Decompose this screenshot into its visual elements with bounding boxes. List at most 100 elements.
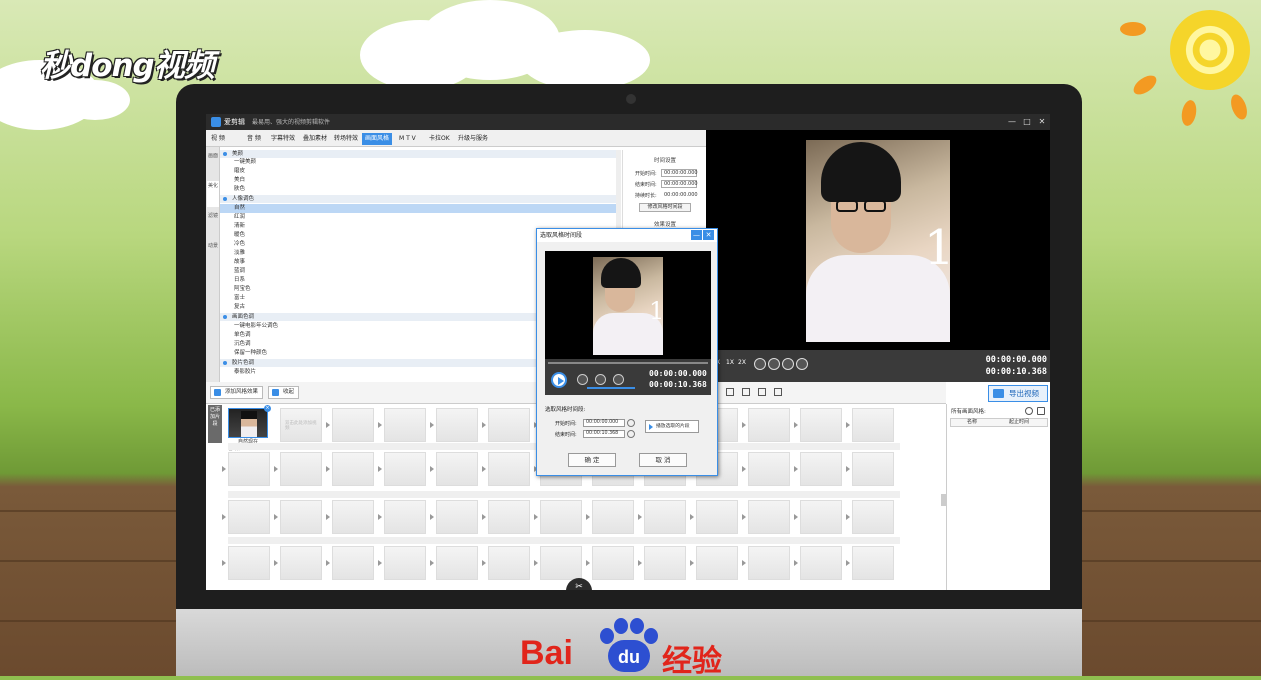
- list-item[interactable]: 红润: [234, 213, 614, 222]
- dialog-minimize-button[interactable]: —: [691, 230, 702, 240]
- empty-clip-slot[interactable]: [748, 500, 790, 534]
- empty-clip-slot[interactable]: [592, 546, 634, 580]
- save-icon[interactable]: [742, 388, 750, 396]
- empty-clip-slot[interactable]: [228, 546, 270, 580]
- category-beauty[interactable]: 美颜: [220, 150, 616, 158]
- tab-audio[interactable]: 音 频: [244, 133, 264, 145]
- add-style-button[interactable]: 添加风格效果: [210, 386, 264, 399]
- list-item-selected[interactable]: 自然: [220, 204, 616, 213]
- minimize-button[interactable]: —: [1006, 116, 1018, 128]
- empty-clip-slot[interactable]: [436, 452, 478, 486]
- dialog-play-button[interactable]: [551, 372, 567, 388]
- empty-clip-slot[interactable]: [436, 500, 478, 534]
- stop-button[interactable]: [768, 358, 780, 370]
- list-item[interactable]: 美白: [234, 176, 614, 185]
- add-icon[interactable]: [1025, 407, 1033, 415]
- collapse-button[interactable]: 收起: [268, 386, 300, 399]
- empty-clip-slot[interactable]: [332, 408, 374, 442]
- empty-clip-slot[interactable]: [488, 546, 530, 580]
- category-portrait-tone[interactable]: 人像调色: [220, 195, 616, 203]
- play-button[interactable]: [754, 358, 766, 370]
- empty-clip-slot[interactable]: [280, 452, 322, 486]
- empty-clip-slot[interactable]: [800, 546, 842, 580]
- empty-clip-slot[interactable]: [488, 452, 530, 486]
- empty-clip-slot[interactable]: [800, 500, 842, 534]
- side-tab-beautify[interactable]: 美化: [207, 181, 219, 207]
- empty-clip-slot[interactable]: [852, 452, 894, 486]
- tab-upgrade[interactable]: 升级与服务: [455, 133, 491, 145]
- empty-clip-slot[interactable]: [436, 546, 478, 580]
- end-pick-icon[interactable]: [627, 430, 635, 438]
- tab-video[interactable]: 视 频: [208, 133, 228, 145]
- empty-clip-slot[interactable]: [644, 500, 686, 534]
- share-icon[interactable]: [774, 388, 782, 396]
- empty-clip-slot[interactable]: [488, 500, 530, 534]
- list-item[interactable]: 磨皮: [234, 167, 614, 176]
- empty-clip-slot[interactable]: [696, 500, 738, 534]
- tab-transition[interactable]: 转场特效: [331, 133, 361, 145]
- speed-2x[interactable]: 2X: [738, 359, 746, 366]
- dialog-start-field[interactable]: 00:00:00.000: [583, 419, 625, 427]
- empty-clip-slot[interactable]: [436, 408, 478, 442]
- tab-overlay[interactable]: 叠加素材: [300, 133, 330, 145]
- empty-clip-slot[interactable]: [384, 546, 426, 580]
- end-time-field[interactable]: 00:00:00.000: [661, 180, 698, 188]
- empty-clip-slot[interactable]: [384, 452, 426, 486]
- tab-picture-style[interactable]: 画面风格: [362, 133, 393, 145]
- play-selected-button[interactable]: 播放选取的片段: [645, 420, 699, 433]
- remove-clip-icon[interactable]: ×: [264, 405, 271, 412]
- empty-clip-slot[interactable]: [696, 546, 738, 580]
- dialog-end-field[interactable]: 00:00:10.368: [583, 430, 625, 438]
- open-folder-icon[interactable]: [726, 388, 734, 396]
- empty-clip-slot[interactable]: [228, 452, 270, 486]
- dialog-prev-button[interactable]: [595, 374, 606, 385]
- side-tab-filter[interactable]: 滤镜: [207, 211, 219, 237]
- empty-clip-slot[interactable]: [384, 408, 426, 442]
- maximize-button[interactable]: □: [1021, 116, 1033, 128]
- dialog-cancel-button[interactable]: 取 消: [639, 453, 687, 467]
- list-item[interactable]: 肤色: [234, 185, 614, 194]
- prev-frame-button[interactable]: [782, 358, 794, 370]
- empty-clip-slot[interactable]: [540, 546, 582, 580]
- save-as-icon[interactable]: [758, 388, 766, 396]
- side-tab-picture[interactable]: 画面: [207, 151, 219, 177]
- speed-1x[interactable]: 1X: [726, 359, 734, 366]
- empty-clip-slot[interactable]: [800, 408, 842, 442]
- empty-clip-slot[interactable]: [852, 500, 894, 534]
- empty-clip-slot[interactable]: [332, 500, 374, 534]
- empty-clip-slot[interactable]: [228, 500, 270, 534]
- dialog-close-button[interactable]: ✕: [703, 230, 714, 240]
- empty-clip-slot[interactable]: [748, 408, 790, 442]
- modify-time-button[interactable]: 修改风格时间段: [639, 203, 691, 212]
- empty-clip-slot[interactable]: [280, 546, 322, 580]
- panel-collapse-arrow[interactable]: [941, 494, 946, 506]
- empty-clip-slot[interactable]: [488, 408, 530, 442]
- empty-clip-slot[interactable]: [384, 500, 426, 534]
- empty-clip-slot[interactable]: [644, 546, 686, 580]
- empty-clip-slot[interactable]: [332, 546, 374, 580]
- start-pick-icon[interactable]: [627, 419, 635, 427]
- side-tab-dynamic[interactable]: 动景: [207, 241, 219, 267]
- export-video-button[interactable]: 导出视频: [988, 385, 1048, 402]
- tab-mtv[interactable]: M T V: [396, 133, 419, 145]
- add-clip-slot[interactable]: 双击此处添加视频: [280, 408, 322, 442]
- empty-clip-slot[interactable]: [852, 546, 894, 580]
- empty-clip-slot[interactable]: [592, 500, 634, 534]
- list-item[interactable]: 一键美颜: [234, 158, 614, 167]
- empty-clip-slot[interactable]: [332, 452, 374, 486]
- empty-clip-slot[interactable]: [540, 500, 582, 534]
- empty-clip-slot[interactable]: [748, 546, 790, 580]
- empty-clip-slot[interactable]: [280, 500, 322, 534]
- next-frame-button[interactable]: [796, 358, 808, 370]
- empty-clip-slot[interactable]: [748, 452, 790, 486]
- empty-clip-slot[interactable]: [800, 452, 842, 486]
- close-button[interactable]: ✕: [1036, 116, 1048, 128]
- tab-karaoke[interactable]: 卡拉OK: [426, 133, 453, 145]
- delete-icon[interactable]: [1037, 407, 1045, 415]
- clip-thumbnail[interactable]: [228, 408, 268, 438]
- dialog-volume-slider[interactable]: [587, 387, 635, 389]
- dialog-stop-button[interactable]: [577, 374, 588, 385]
- dialog-progress-bar[interactable]: [548, 362, 708, 364]
- tab-subtitle[interactable]: 字幕特效: [268, 133, 298, 145]
- empty-clip-slot[interactable]: [852, 408, 894, 442]
